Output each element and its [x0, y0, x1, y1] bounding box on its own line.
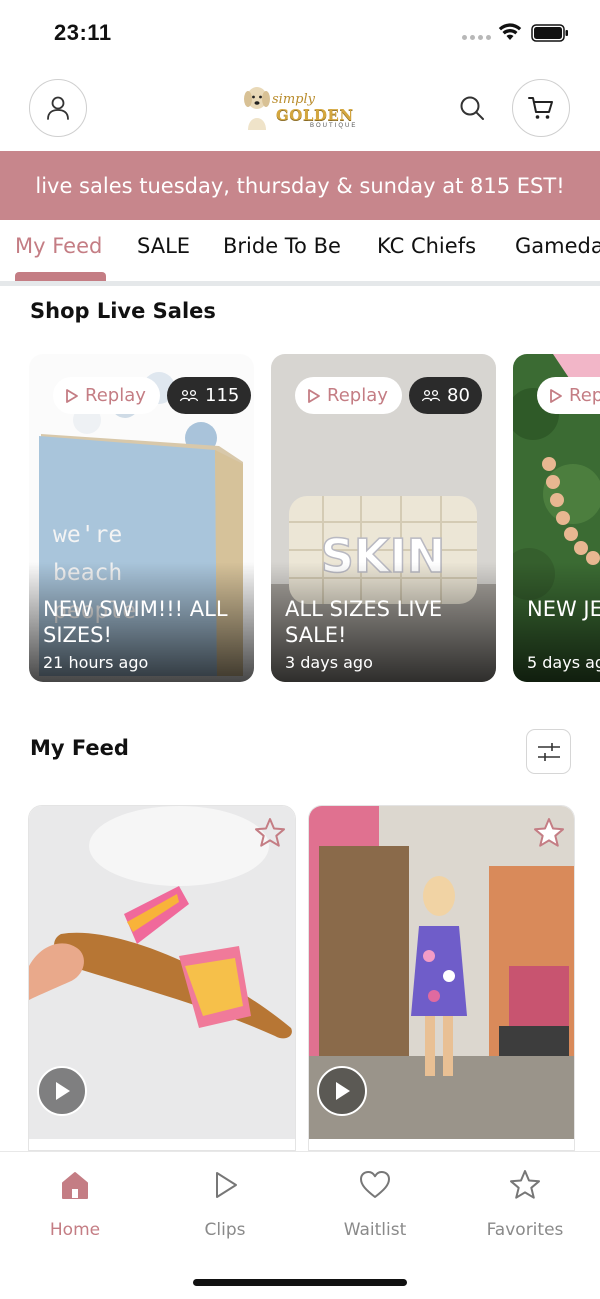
nav-clips[interactable]: Clips [170, 1168, 280, 1240]
replay-label: Replay [85, 385, 146, 406]
live-sale-title: ALL SIZES LIVE SALE! [285, 597, 443, 647]
replay-label: Replay [569, 385, 600, 406]
wifi-icon [498, 23, 522, 40]
feed-item-card[interactable] [308, 805, 575, 1151]
live-sale-card[interactable]: Replay NEW JEAN SHORTS 5 days ago [513, 354, 600, 682]
nav-favorites[interactable]: Favorites [470, 1168, 580, 1240]
live-sale-title: NEW JEAN SHORTS [527, 597, 600, 621]
play-outline-icon [66, 388, 78, 403]
logo-sub-text: BOUTIQUE [310, 123, 358, 129]
favorite-star-icon[interactable] [532, 816, 566, 850]
cart-icon [528, 97, 553, 119]
feed-heading: My Feed [30, 736, 129, 760]
play-outline-icon [550, 388, 562, 403]
live-sales-heading: Shop Live Sales [30, 299, 216, 323]
dog-logo-icon [244, 87, 270, 130]
viewers-icon [179, 389, 199, 401]
play-outline-icon [308, 388, 320, 403]
nav-waitlist[interactable]: Waitlist [320, 1168, 430, 1240]
live-sale-card[interactable]: we're beach people Replay 115 NEW SWIM!!… [29, 354, 254, 682]
play-icon [336, 1082, 350, 1100]
viewer-count-badge: 115 [167, 377, 252, 414]
feed-item-card[interactable] [28, 805, 296, 1151]
live-sale-title: NEW SWIM!!! ALL SIZES! [43, 597, 228, 647]
live-sale-time: 5 days ago [527, 653, 600, 672]
logo-word-text: GOLDEN [276, 106, 354, 124]
viewers-icon [421, 389, 441, 401]
bottom-navigation: Home Clips Waitlist Favorites [0, 1151, 600, 1299]
promo-banner-text: live sales tuesday, thursday & sunday at… [35, 173, 565, 198]
search-button[interactable] [455, 91, 489, 125]
live-sale-card[interactable]: SKIN Replay 80 ALL SIZES LIVE SALE! 3 da… [271, 354, 496, 682]
filter-button[interactable] [526, 729, 571, 774]
tab-bride-to-be[interactable]: Bride To Be [223, 234, 341, 258]
nav-favorites-label: Favorites [486, 1220, 564, 1240]
logo-script-text: simply [272, 92, 315, 107]
home-indicator [193, 1279, 407, 1286]
profile-button[interactable] [29, 79, 87, 137]
tab-gameday[interactable]: Gameday [515, 234, 600, 258]
app-header: simply GOLDEN BOUTIQUE [0, 76, 600, 142]
play-video-button[interactable] [37, 1066, 87, 1116]
sliders-icon [537, 742, 560, 761]
replay-badge: Replay [537, 377, 600, 414]
promo-banner: live sales tuesday, thursday & sunday at… [0, 151, 600, 220]
viewer-count-badge: 80 [409, 377, 482, 414]
nav-clips-label: Clips [204, 1220, 246, 1240]
tab-sale[interactable]: SALE [137, 234, 190, 258]
replay-badge: Replay [295, 377, 402, 414]
live-sale-time: 21 hours ago [43, 653, 149, 672]
heart-icon [360, 1171, 390, 1198]
status-time: 23:11 [54, 20, 112, 45]
signal-dots-icon [462, 35, 491, 40]
nav-waitlist-label: Waitlist [343, 1220, 407, 1240]
brand-logo[interactable]: simply GOLDEN BOUTIQUE [236, 80, 364, 136]
svg-text:we're: we're [53, 522, 122, 548]
play-icon [56, 1082, 70, 1100]
replay-label: Replay [327, 385, 388, 406]
tab-kc-chiefs[interactable]: KC Chiefs [377, 234, 476, 258]
active-tab-indicator [15, 272, 106, 281]
viewer-count: 80 [447, 385, 470, 406]
status-bar: 23:11 [0, 0, 600, 66]
battery-icon [531, 24, 568, 42]
user-icon [47, 96, 69, 120]
search-icon [460, 96, 484, 120]
nav-home[interactable]: Home [20, 1168, 130, 1240]
favorite-star-icon[interactable] [253, 816, 287, 850]
play-video-button[interactable] [317, 1066, 367, 1116]
category-tab-bar: My Feed SALE Bride To Be KC Chiefs Gamed… [0, 220, 600, 286]
tab-my-feed[interactable]: My Feed [15, 234, 102, 258]
home-icon [62, 1172, 88, 1199]
play-icon [216, 1172, 237, 1198]
live-sale-time: 3 days ago [285, 653, 373, 672]
replay-badge: Replay [53, 377, 160, 414]
live-sales-carousel[interactable]: we're beach people Replay 115 NEW SWIM!!… [0, 354, 600, 684]
viewer-count: 115 [205, 385, 240, 406]
nav-home-label: Home [49, 1220, 101, 1240]
star-icon [510, 1170, 540, 1199]
cart-button[interactable] [512, 79, 570, 137]
